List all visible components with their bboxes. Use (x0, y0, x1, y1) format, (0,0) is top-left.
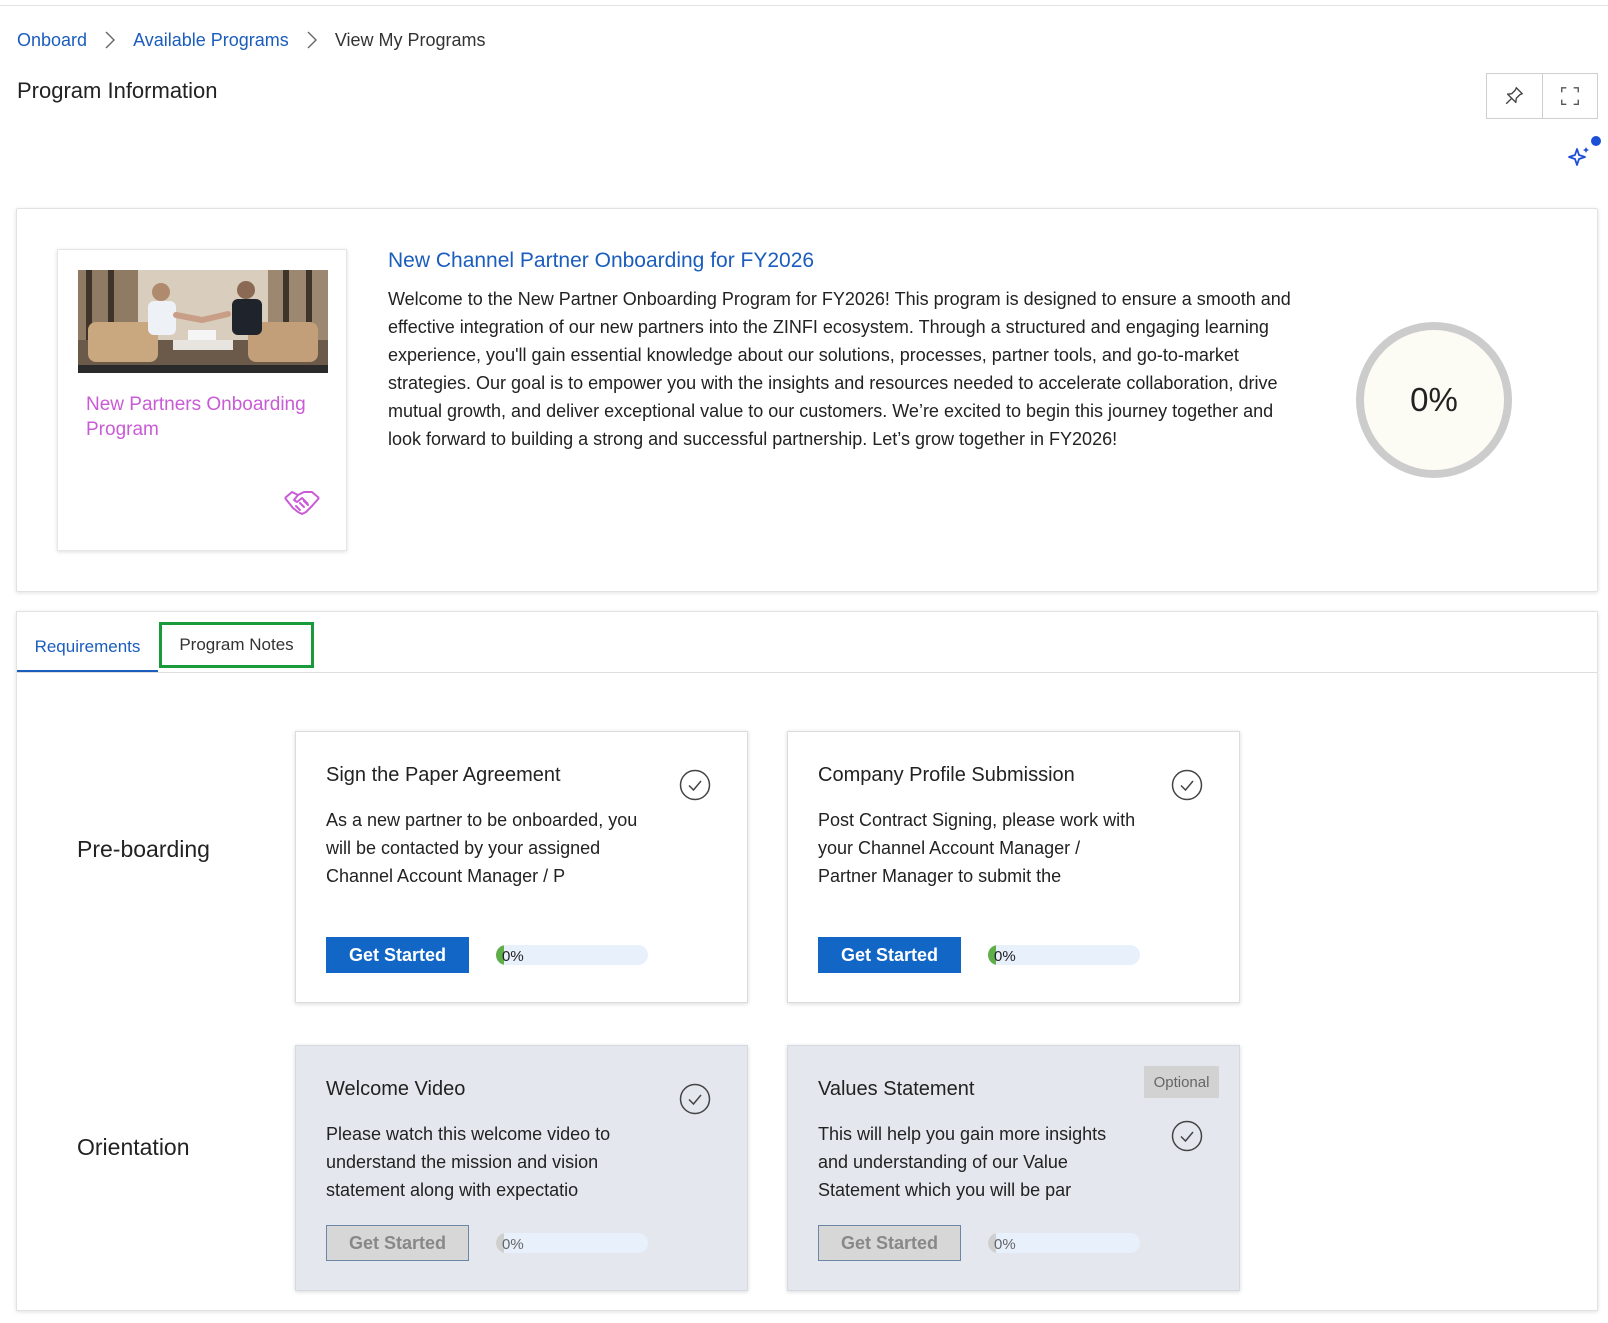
chevron-right-icon (105, 31, 116, 49)
requirement-card-values-statement[interactable]: Optional Values Statement This will help… (787, 1045, 1240, 1291)
requirement-title: Welcome Video (326, 1078, 466, 1100)
program-info-card: New Partners Onboarding Program New Chan… (16, 208, 1598, 592)
requirement-progress-text: 0% (502, 948, 524, 965)
requirement-progress-bar: 0% (988, 945, 1140, 965)
breadcrumb-available-programs[interactable]: Available Programs (133, 30, 289, 51)
check-circle-icon (679, 769, 711, 801)
pin-icon (1505, 87, 1524, 105)
check-circle-icon (1171, 769, 1203, 801)
get-started-button[interactable]: Get Started (818, 1225, 961, 1261)
program-card-title[interactable]: New Partners Onboarding Program (86, 392, 326, 442)
requirement-progress-text: 0% (994, 1236, 1016, 1253)
get-started-button[interactable]: Get Started (818, 937, 961, 973)
requirement-card-company-profile-submission[interactable]: Company Profile Submission Post Contract… (787, 731, 1240, 1003)
ai-assistant-button[interactable] (1566, 144, 1592, 170)
requirement-description: Post Contract Signing, please work with … (818, 810, 1136, 886)
chevron-right-icon (307, 31, 317, 49)
breadcrumb: Onboard Available Programs View My Progr… (17, 28, 486, 52)
requirement-title: Sign the Paper Agreement (326, 764, 561, 786)
program-description: Welcome to the New Partner Onboarding Pr… (388, 289, 1291, 449)
program-thumbnail-card[interactable]: New Partners Onboarding Program (57, 249, 347, 551)
fullscreen-button[interactable] (1541, 74, 1598, 118)
top-divider (0, 5, 1608, 6)
requirement-title: Company Profile Submission (818, 764, 1075, 786)
handshake-icon (282, 486, 322, 522)
program-progress-ring: 0% (1352, 318, 1516, 482)
get-started-button[interactable]: Get Started (326, 937, 469, 973)
tab-program-notes[interactable]: Program Notes (159, 622, 314, 668)
requirement-description: As a new partner to be onboarded, you wi… (326, 810, 638, 886)
sparkle-icon (1568, 147, 1589, 166)
requirement-card-welcome-video[interactable]: Welcome Video Please watch this welcome … (295, 1045, 748, 1291)
view-toolbar (1486, 73, 1598, 119)
breadcrumb-onboard[interactable]: Onboard (17, 30, 87, 51)
get-started-button[interactable]: Get Started (326, 1225, 469, 1261)
pin-button[interactable] (1487, 74, 1542, 118)
requirement-progress-bar: 0% (988, 1233, 1140, 1253)
requirement-progress-bar: 0% (496, 945, 648, 965)
requirement-description: Please watch this welcome video to under… (326, 1124, 611, 1200)
tab-bar: Requirements Program Notes (17, 612, 1597, 673)
fullscreen-icon (1560, 87, 1579, 105)
requirement-title: Values Statement (818, 1078, 975, 1100)
phase-label-orientation: Orientation (77, 1134, 190, 1160)
tab-requirements[interactable]: Requirements (17, 624, 158, 672)
check-circle-icon (1171, 1120, 1203, 1152)
requirement-description: This will help you gain more insights an… (818, 1124, 1107, 1200)
program-title[interactable]: New Channel Partner Onboarding for FY202… (388, 249, 814, 273)
requirements-panel: Requirements Program Notes Pre-boarding … (16, 611, 1598, 1311)
requirement-card-sign-paper-agreement[interactable]: Sign the Paper Agreement As a new partne… (295, 731, 748, 1003)
optional-badge: Optional (1144, 1066, 1219, 1098)
program-progress-text: 0% (1410, 381, 1458, 418)
breadcrumb-current: View My Programs (334, 29, 486, 50)
check-circle-icon (679, 1083, 711, 1115)
requirement-progress-text: 0% (502, 1236, 524, 1253)
requirement-progress-bar: 0% (496, 1233, 648, 1253)
page-title: Program Information (17, 78, 218, 103)
program-image (78, 270, 328, 373)
requirement-progress-text: 0% (994, 948, 1016, 965)
phase-label-pre-boarding: Pre-boarding (77, 836, 210, 862)
notification-dot (1591, 136, 1601, 146)
